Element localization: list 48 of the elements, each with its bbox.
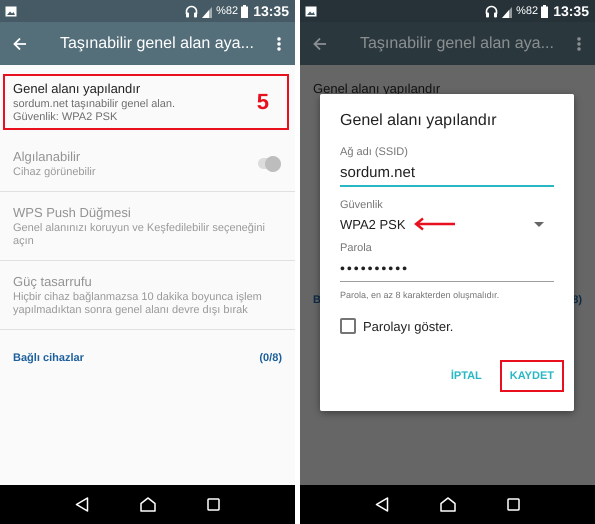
password-hint: Parola, en az 8 karakterden oluşmalıdır.: [340, 290, 500, 300]
setting-description: Hiçbir cihaz bağlanmazsa 10 dakika boyunca işlem yapılmadıktan sonra genel alanı devre dışı bırak: [13, 291, 263, 317]
battery-icon: [541, 4, 548, 18]
field-label: Parola: [340, 242, 373, 254]
caret-icon: [534, 222, 544, 227]
setting-description: Genel alanınızı koruyun ve Keşfedilebilir seçeneğini açın: [13, 222, 266, 248]
battery-level: %82: [516, 5, 538, 17]
step-number: 5: [256, 89, 269, 115]
signal-icon: [501, 4, 514, 18]
signal-icon: [201, 4, 214, 18]
clock: 13:35: [253, 3, 289, 19]
checkbox-label: Parolayı göster.: [363, 318, 454, 334]
dialog-title: Genel alanı yapılandır: [340, 112, 498, 130]
more-options-icon[interactable]: [277, 36, 281, 50]
setting-title: Algılanabilir: [13, 148, 82, 165]
back-arrow-icon[interactable]: [313, 36, 327, 50]
recent-apps-icon[interactable]: [506, 498, 520, 511]
setting-title: Genel alanı yapılandır: [313, 80, 442, 97]
connected-devices-link[interactable]: Bağlı cihazlar: [13, 352, 84, 364]
battery-icon: [241, 4, 248, 18]
network-name-field[interactable]: sordum.net: [340, 164, 554, 187]
setting-description: Güvenlik: WPA2 PSK: [13, 111, 118, 124]
picture-icon: [305, 6, 317, 16]
checkbox[interactable]: [340, 318, 356, 334]
device-count: (0/8): [259, 352, 282, 364]
clock: 13:35: [553, 3, 589, 19]
setting-title: WPS Push Düğmesi: [13, 204, 132, 221]
setting-description: Cihaz görünebilir: [13, 166, 97, 179]
field-label: Güvenlik: [340, 199, 384, 211]
back-icon[interactable]: [375, 497, 390, 512]
screen-title: Taşınabilir genel alan aya...: [360, 34, 555, 52]
screen-title: Taşınabilir genel alan aya...: [60, 34, 255, 52]
setting-title: Güç tasarrufu: [13, 273, 93, 290]
home-icon[interactable]: [440, 497, 456, 512]
battery-level: %82: [216, 5, 238, 17]
more-options-icon[interactable]: [577, 36, 581, 50]
setting-description: sordum.net taşınabilir genel alan.: [13, 98, 176, 111]
setting-title: Genel alanı yapılandır: [13, 80, 142, 97]
headphones-icon: [485, 4, 498, 18]
password-field[interactable]: ••••••••••: [340, 260, 554, 282]
picture-icon: [5, 6, 17, 16]
headphones-icon: [185, 4, 198, 18]
back-icon[interactable]: [75, 497, 90, 512]
home-icon[interactable]: [140, 497, 156, 512]
security-dropdown[interactable]: WPA2 PSK: [340, 217, 554, 232]
field-label: Ağ adı (SSID): [340, 146, 409, 158]
setting-item[interactable]: Genel alanı yapılandır sordum.net taşınabilir genel alan. Güvenlik: WPA2 PSK 5: [3, 74, 289, 130]
recent-apps-icon[interactable]: [206, 498, 220, 511]
